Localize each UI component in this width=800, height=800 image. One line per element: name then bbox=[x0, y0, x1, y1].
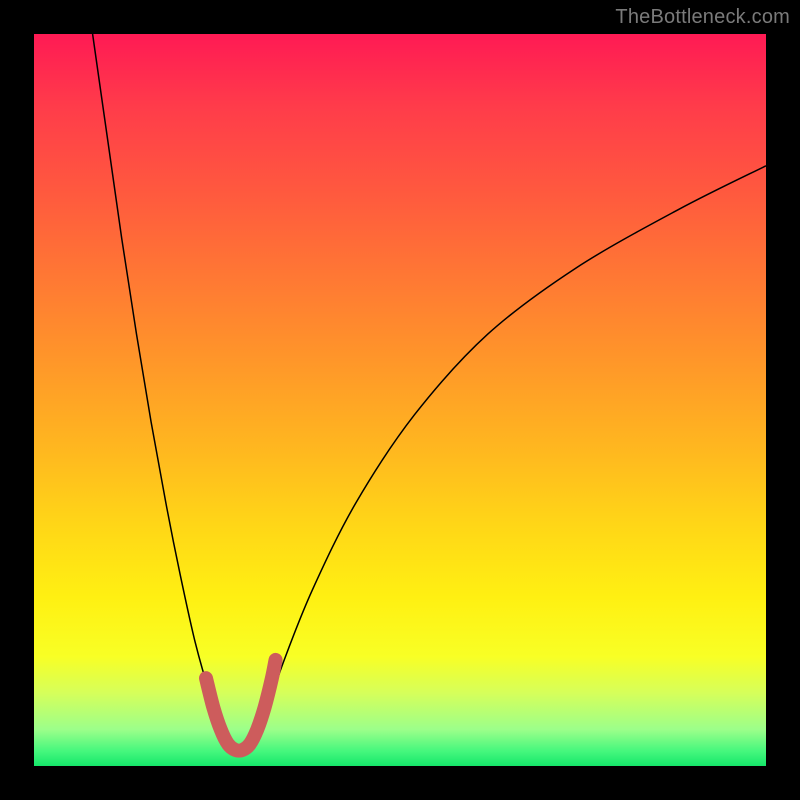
plot-area bbox=[34, 34, 766, 766]
attribution-text: TheBottleneck.com bbox=[615, 6, 790, 29]
bottleneck-curve bbox=[93, 34, 766, 752]
chart-frame: TheBottleneck.com bbox=[0, 0, 800, 800]
curve-layer bbox=[34, 34, 766, 766]
u-shape-marker bbox=[206, 660, 276, 751]
